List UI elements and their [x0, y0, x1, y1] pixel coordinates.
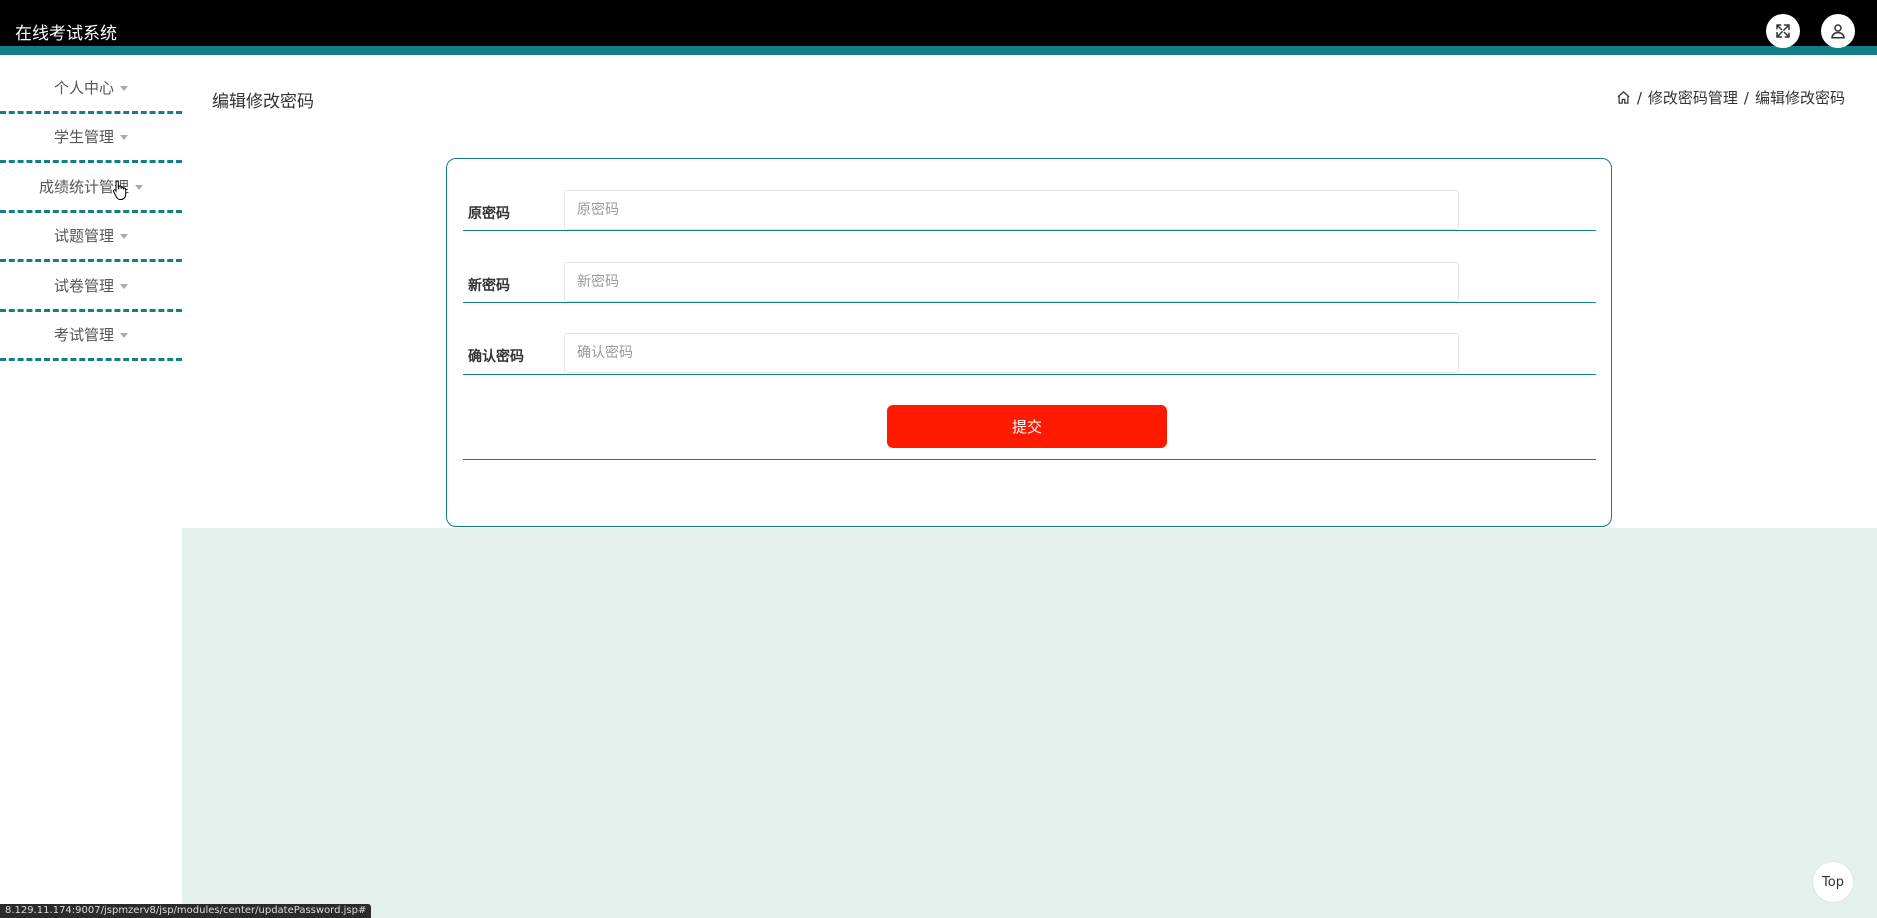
- fullscreen-button[interactable]: [1766, 14, 1800, 48]
- caret-down-icon: [120, 333, 128, 339]
- sidebar-item-label: 学生管理: [53, 128, 114, 147]
- caret-down-icon: [120, 85, 128, 91]
- user-icon: [1831, 24, 1845, 39]
- browser-status-url: 8.129.11.174:9007/jspmzerv8/jsp/modules/…: [0, 904, 372, 918]
- form-row-old-password: 原密码: [463, 159, 1596, 231]
- form-divider: [463, 459, 1596, 460]
- caret-down-icon: [120, 283, 128, 289]
- back-to-top-button[interactable]: Top: [1812, 861, 1854, 903]
- breadcrumb-item-password-management[interactable]: 修改密码管理: [1648, 87, 1738, 108]
- old-password-label: 原密码: [468, 206, 510, 222]
- sidebar-item-question-management[interactable]: 试题管理: [0, 213, 182, 262]
- sidebar-item-label: 考试管理: [53, 326, 114, 345]
- form-row-confirm-password: 确认密码: [463, 303, 1596, 375]
- expand-arrows-icon: [1776, 24, 1790, 38]
- breadcrumb-separator: /: [1636, 88, 1642, 107]
- sidebar-item-label: 个人中心: [53, 78, 114, 97]
- sidebar-item-exam-management[interactable]: 考试管理: [0, 312, 182, 361]
- caret-down-icon: [135, 184, 143, 190]
- sidebar-item-score-statistics[interactable]: 成绩统计管理: [0, 163, 182, 213]
- confirm-password-input[interactable]: [564, 333, 1459, 373]
- page-title: 编辑修改密码: [212, 92, 314, 112]
- app-title: 在线考试系统: [15, 24, 117, 44]
- hand-cursor-icon: [112, 180, 127, 200]
- sidebar-item-personal-center[interactable]: 个人中心: [0, 64, 182, 114]
- sidebar-item-student-management[interactable]: 学生管理: [0, 114, 182, 163]
- breadcrumb-separator: /: [1743, 88, 1749, 107]
- breadcrumb: / 修改密码管理 / 编辑修改密码: [1616, 87, 1845, 108]
- confirm-password-label: 确认密码: [468, 349, 524, 365]
- home-icon[interactable]: [1616, 90, 1631, 105]
- user-menu-button[interactable]: [1821, 14, 1855, 48]
- form-row-new-password: 新密码: [463, 231, 1596, 303]
- breadcrumb-item-edit-password: 编辑修改密码: [1754, 89, 1845, 107]
- old-password-input[interactable]: [564, 190, 1459, 230]
- sidebar: 个人中心 学生管理 成绩统计管理 试题管理 试卷管理 考试管理: [0, 64, 182, 918]
- password-form: 原密码 新密码 确认密码 提交: [446, 158, 1612, 527]
- new-password-input[interactable]: [564, 262, 1459, 302]
- sidebar-item-paper-management[interactable]: 试卷管理: [0, 262, 182, 312]
- new-password-label: 新密码: [468, 278, 510, 294]
- content-background: [182, 528, 1877, 918]
- sidebar-item-label: 试题管理: [53, 227, 114, 246]
- top-navbar: 在线考试系统: [0, 0, 1877, 55]
- caret-down-icon: [120, 135, 128, 141]
- caret-down-icon: [120, 234, 128, 240]
- sidebar-item-label: 试卷管理: [53, 276, 114, 295]
- submit-button[interactable]: 提交: [887, 405, 1167, 448]
